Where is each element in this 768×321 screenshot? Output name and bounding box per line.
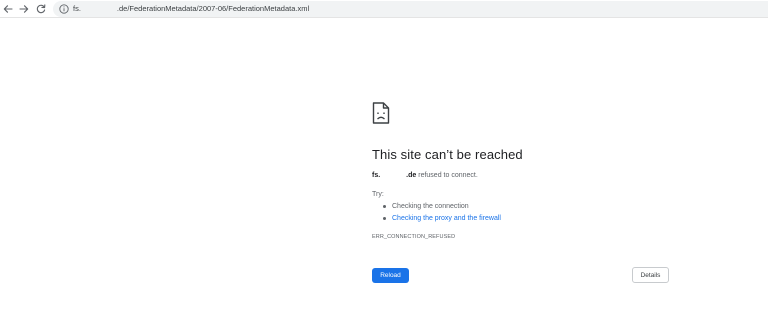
error-code: ERR_CONNECTION_REFUSED xyxy=(372,234,456,240)
arrow-right-icon xyxy=(19,5,29,13)
reload-icon xyxy=(36,4,46,14)
suggestions-list: Checking the connection Checking the pro… xyxy=(383,201,501,225)
address-bar[interactable]: fs. .de/FederationMetadata/2007-06/Federa… xyxy=(53,1,768,17)
error-message: refused to connect. xyxy=(418,172,478,179)
back-button[interactable] xyxy=(1,2,15,16)
sad-document-icon xyxy=(372,102,390,124)
suggestion-check-connection: Checking the connection xyxy=(383,201,501,213)
details-button[interactable]: Details xyxy=(632,267,669,283)
arrow-left-icon xyxy=(3,5,13,13)
proxy-firewall-link[interactable]: Checking the proxy and the firewall xyxy=(392,215,501,222)
url-suffix: .de/FederationMetadata/2007-06/Federatio… xyxy=(116,4,310,13)
try-label: Try: xyxy=(372,191,384,198)
error-title: This site can’t be reached xyxy=(372,147,523,162)
host-prefix: fs. xyxy=(372,172,381,179)
reload-page-button[interactable] xyxy=(34,2,48,16)
browser-toolbar: fs. .de/FederationMetadata/2007-06/Federa… xyxy=(0,0,768,18)
error-description: fs. .de refused to connect. xyxy=(372,172,478,179)
suggestion-check-proxy-firewall[interactable]: Checking the proxy and the firewall xyxy=(383,213,501,225)
url-text: fs. .de/FederationMetadata/2007-06/Federa… xyxy=(73,3,309,15)
info-icon[interactable] xyxy=(59,4,69,14)
reload-button[interactable]: Reload xyxy=(372,268,409,283)
forward-button[interactable] xyxy=(17,2,31,16)
url-prefix: fs. xyxy=(73,4,81,13)
host-suffix: .de xyxy=(406,172,417,179)
